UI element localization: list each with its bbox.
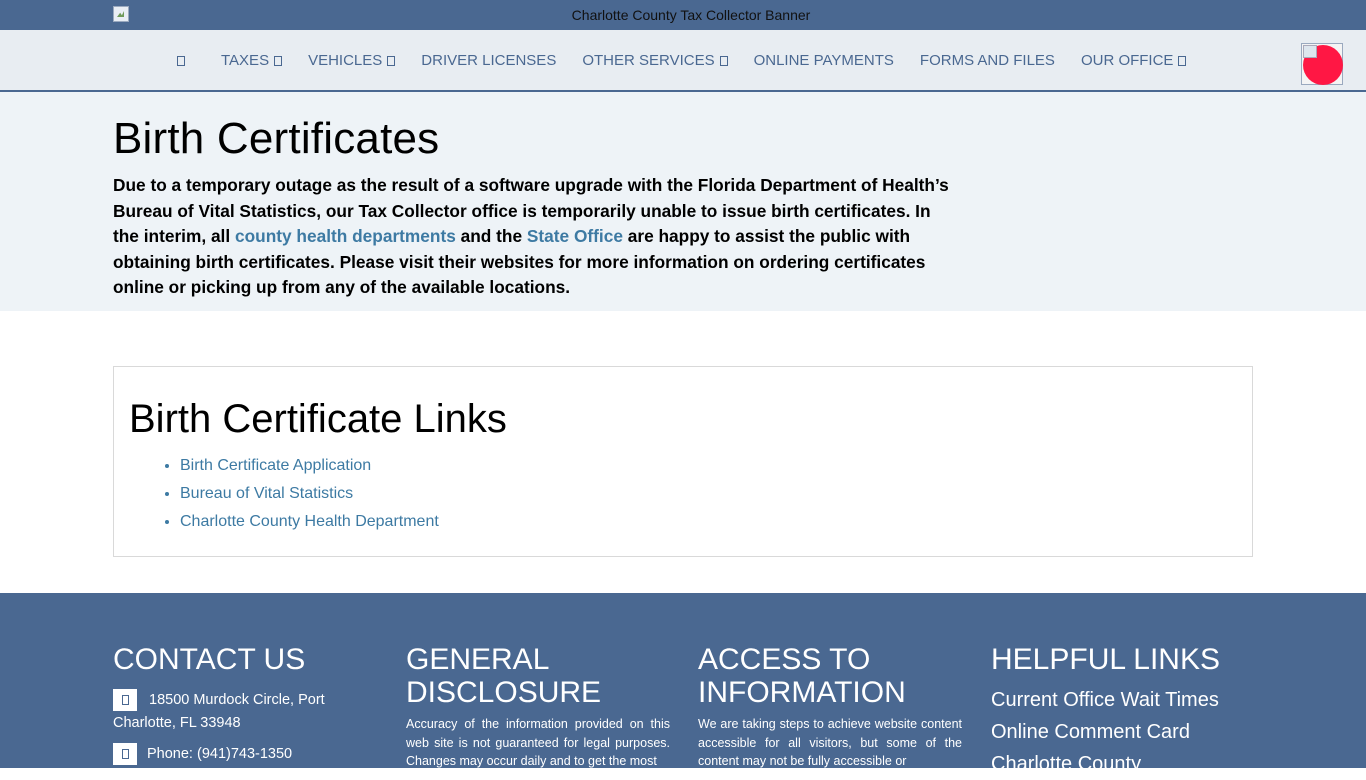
chevron-down-icon — [1178, 55, 1187, 66]
footer-contact: CONTACT US 18500 Murdock Circle, Port Ch… — [113, 643, 377, 766]
access-text: We are taking steps to achieve website c… — [698, 717, 962, 768]
top-banner: Charlotte County Tax Collector Banner — [0, 0, 1366, 30]
chevron-down-icon — [387, 55, 396, 66]
links-list: Birth Certificate Application Bureau of … — [163, 452, 439, 536]
nav-item-driver-licenses[interactable]: DRIVER LICENSES — [421, 52, 556, 69]
list-item: Charlotte County Health Department — [180, 508, 439, 536]
disclosure-text: Accuracy of the information provided on … — [406, 717, 670, 768]
footer-helpful-links: HELPFUL LINKS Current Office Wait Times … — [991, 643, 1255, 780]
nav-item-other-services[interactable]: OTHER SERVICES — [582, 52, 728, 69]
accessibility-toggle-button[interactable] — [1301, 43, 1343, 85]
charlotte-county-link[interactable]: Charlotte County — [991, 748, 1255, 780]
broken-image-icon — [1303, 45, 1317, 58]
outage-notice: Due to a temporary outage as the result … — [113, 175, 949, 298]
phone-line: Phone: (941)743-1350 — [113, 743, 377, 766]
nav-item-our-office[interactable]: OUR OFFICE — [1081, 52, 1187, 69]
site-footer: CONTACT US 18500 Murdock Circle, Port Ch… — [0, 593, 1366, 775]
banner-alt-text: Charlotte County Tax Collector Banner — [571, 7, 811, 23]
footer-access: ACCESS TO INFORMATION We are taking step… — [698, 643, 962, 771]
chevron-down-icon — [274, 55, 283, 66]
nav-menu: TAXES VEHICLES DRIVER LICENSES OTHER SER… — [177, 52, 1212, 69]
address-line: 18500 Murdock Circle, Port Charlotte, FL… — [113, 689, 377, 735]
home-icon — [177, 55, 185, 66]
list-item: Birth Certificate Application — [180, 452, 439, 480]
chevron-down-icon — [719, 55, 728, 66]
nav-item-taxes[interactable]: TAXES — [221, 52, 283, 69]
footer-disclosure: GENERAL DISCLOSURE Accuracy of the infor… — [406, 643, 670, 771]
online-comment-card-link[interactable]: Online Comment Card — [991, 716, 1255, 748]
disclosure-title: GENERAL DISCLOSURE — [406, 643, 602, 709]
state-office-link[interactable]: State Office — [527, 226, 623, 246]
birth-certificate-links-card: Birth Certificate Links Birth Certificat… — [113, 366, 1253, 557]
charlotte-county-health-department-link[interactable]: Charlotte County Health Department — [180, 513, 439, 530]
contact-title: CONTACT US — [113, 643, 306, 676]
birth-certificate-application-link[interactable]: Birth Certificate Application — [180, 457, 371, 474]
notice-section: Birth Certificates Due to a temporary ou… — [0, 92, 1366, 311]
page-title: Birth Certificates — [113, 114, 440, 163]
nav-item-forms-and-files[interactable]: FORMS AND FILES — [920, 52, 1055, 69]
county-health-departments-link[interactable]: county health departments — [235, 226, 456, 246]
nav-item-vehicles[interactable]: VEHICLES — [308, 52, 396, 69]
card-title: Birth Certificate Links — [129, 397, 507, 441]
list-item: Bureau of Vital Statistics — [180, 480, 439, 508]
access-title: ACCESS TO INFORMATION — [698, 643, 906, 709]
nav-item-online-payments[interactable]: ONLINE PAYMENTS — [754, 52, 894, 69]
office-wait-times-link[interactable]: Current Office Wait Times — [991, 684, 1255, 716]
phone-icon — [113, 743, 137, 766]
nav-item-home[interactable] — [177, 52, 195, 69]
map-marker-icon — [113, 689, 137, 712]
helpful-title: HELPFUL LINKS — [991, 643, 1220, 676]
main-navigation: TAXES VEHICLES DRIVER LICENSES OTHER SER… — [0, 30, 1366, 92]
bureau-of-vital-statistics-link[interactable]: Bureau of Vital Statistics — [180, 485, 353, 502]
